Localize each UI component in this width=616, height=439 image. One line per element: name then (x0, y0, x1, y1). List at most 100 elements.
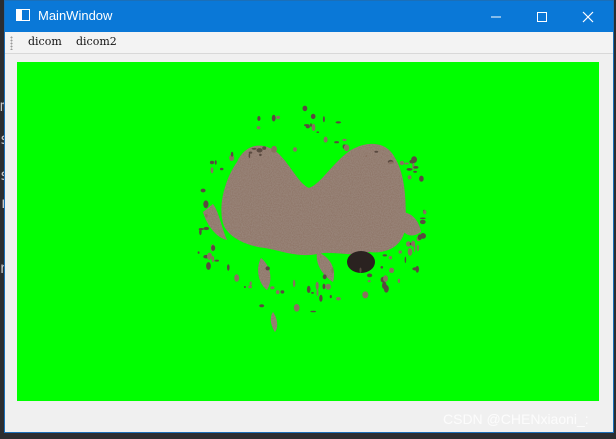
tissue-fragment (209, 160, 215, 165)
maximize-button[interactable] (519, 1, 565, 32)
tissue-fragment (388, 256, 393, 260)
tissue-fragment (243, 286, 246, 288)
tissue-fragment (227, 264, 230, 271)
tissue-fragment (406, 168, 413, 171)
tissue-fragment (319, 294, 323, 302)
tissue-fragment (306, 285, 311, 293)
tissue-fragment (323, 136, 328, 143)
tissue-fragment (404, 162, 409, 165)
render-viewport[interactable] (17, 62, 599, 401)
window-title: MainWindow (38, 8, 113, 23)
minimize-icon (491, 16, 501, 18)
tissue-fragment (251, 147, 257, 150)
tissue-fragment (398, 250, 402, 254)
tissue-fragment (416, 244, 419, 252)
tissue-fragment (198, 228, 204, 231)
tissue-fragment (311, 292, 314, 294)
tissue-fragment (248, 153, 251, 158)
tissue-fragment (305, 124, 310, 129)
tissue-fragment (310, 310, 317, 313)
tissue-fragment (413, 170, 417, 173)
tissue-fragment (411, 240, 416, 247)
tissue-fragment (419, 219, 426, 225)
main-window: MainWindow dicom dicom2 (4, 0, 614, 433)
tissue-fragment (335, 121, 342, 124)
tissue-fragment (310, 113, 316, 120)
tissue-fragment (275, 290, 280, 295)
tissue-fragment (205, 213, 208, 218)
tissue-fragment (362, 291, 369, 299)
tissue-fragment (397, 278, 401, 283)
tissue-fragment (367, 280, 371, 283)
tissue-fragment (407, 248, 413, 256)
tissue-fragment (374, 150, 379, 153)
tissue-fragment (211, 245, 216, 251)
tissue-fragment (259, 153, 262, 157)
tissue-fragment (316, 131, 320, 133)
tissue-fragment (329, 295, 332, 299)
tissue-fragment (271, 114, 276, 122)
tissue-fragment (302, 105, 308, 112)
tissue-fragment (407, 175, 412, 180)
tissue-fragment (293, 304, 300, 312)
tissue-fragment (389, 267, 395, 273)
tissue-fragment (203, 226, 210, 231)
tissue-fragment (292, 279, 296, 288)
tissue-fragment (343, 144, 350, 152)
tissue-fragment (383, 285, 389, 293)
tissue-fragment (219, 167, 224, 171)
tissue-fragment (359, 267, 362, 273)
rendered-tissue-mass (203, 143, 421, 332)
tissue-fragment (412, 162, 415, 170)
maximize-icon (537, 12, 547, 22)
tissue-fragment (415, 265, 419, 273)
tissue-fragment (270, 286, 275, 290)
app-window-icon (16, 9, 30, 21)
tissue-fragment (325, 283, 331, 290)
tissue-fragment (262, 146, 267, 150)
tissue-fragment (248, 285, 253, 289)
tissue-fragment (280, 290, 285, 294)
tissue-fragment (367, 273, 373, 278)
tissue-fragment (404, 256, 407, 263)
tissue-fragment (206, 262, 211, 270)
tissue-fragment (214, 160, 217, 165)
tissue-fragment (322, 283, 326, 290)
tissue-fragment (388, 161, 395, 164)
tissue-fragment (383, 275, 388, 282)
tissue-fragment (322, 116, 325, 123)
toolbar-button-dicom2[interactable]: dicom2 (76, 35, 117, 48)
tissue-fragment (265, 266, 270, 271)
minimize-button[interactable] (473, 1, 519, 32)
tissue-fragment (419, 217, 426, 220)
tissue-fragment (207, 252, 212, 260)
tissue-fragment (417, 234, 422, 241)
tissue-fragment (214, 259, 219, 262)
tissue-fragment (413, 166, 419, 169)
tissue-fragment (311, 123, 316, 131)
tissue-fragment (257, 116, 261, 121)
close-icon (582, 11, 594, 23)
tissue-fragment (315, 281, 319, 290)
tissue-fragment (365, 155, 368, 157)
tissue-fragment (211, 255, 215, 263)
tissue-fragment (310, 123, 312, 127)
watermark-text: CSDN @CHENxiaoni_: (443, 411, 589, 427)
tissue-fragment (293, 147, 297, 152)
toolbar-grip-handle[interactable] (10, 36, 13, 50)
tissue-fragment (200, 188, 206, 193)
tissue-fragment (203, 200, 209, 209)
tissue-fragment (336, 297, 341, 301)
tissue-fragment (256, 148, 263, 153)
tissue-fragment (234, 274, 240, 282)
tissue-fragment (316, 289, 319, 297)
tissue-fragment (197, 251, 200, 254)
tissue-fragment (259, 304, 265, 308)
tissue-fragment (334, 141, 339, 144)
close-button[interactable] (565, 1, 611, 32)
title-bar[interactable]: MainWindow (5, 1, 613, 32)
tissue-fragment (409, 159, 415, 164)
toolbar-button-dicom[interactable]: dicom (28, 35, 62, 48)
tissue-fragment (423, 210, 427, 215)
tissue-fragment (382, 254, 387, 257)
